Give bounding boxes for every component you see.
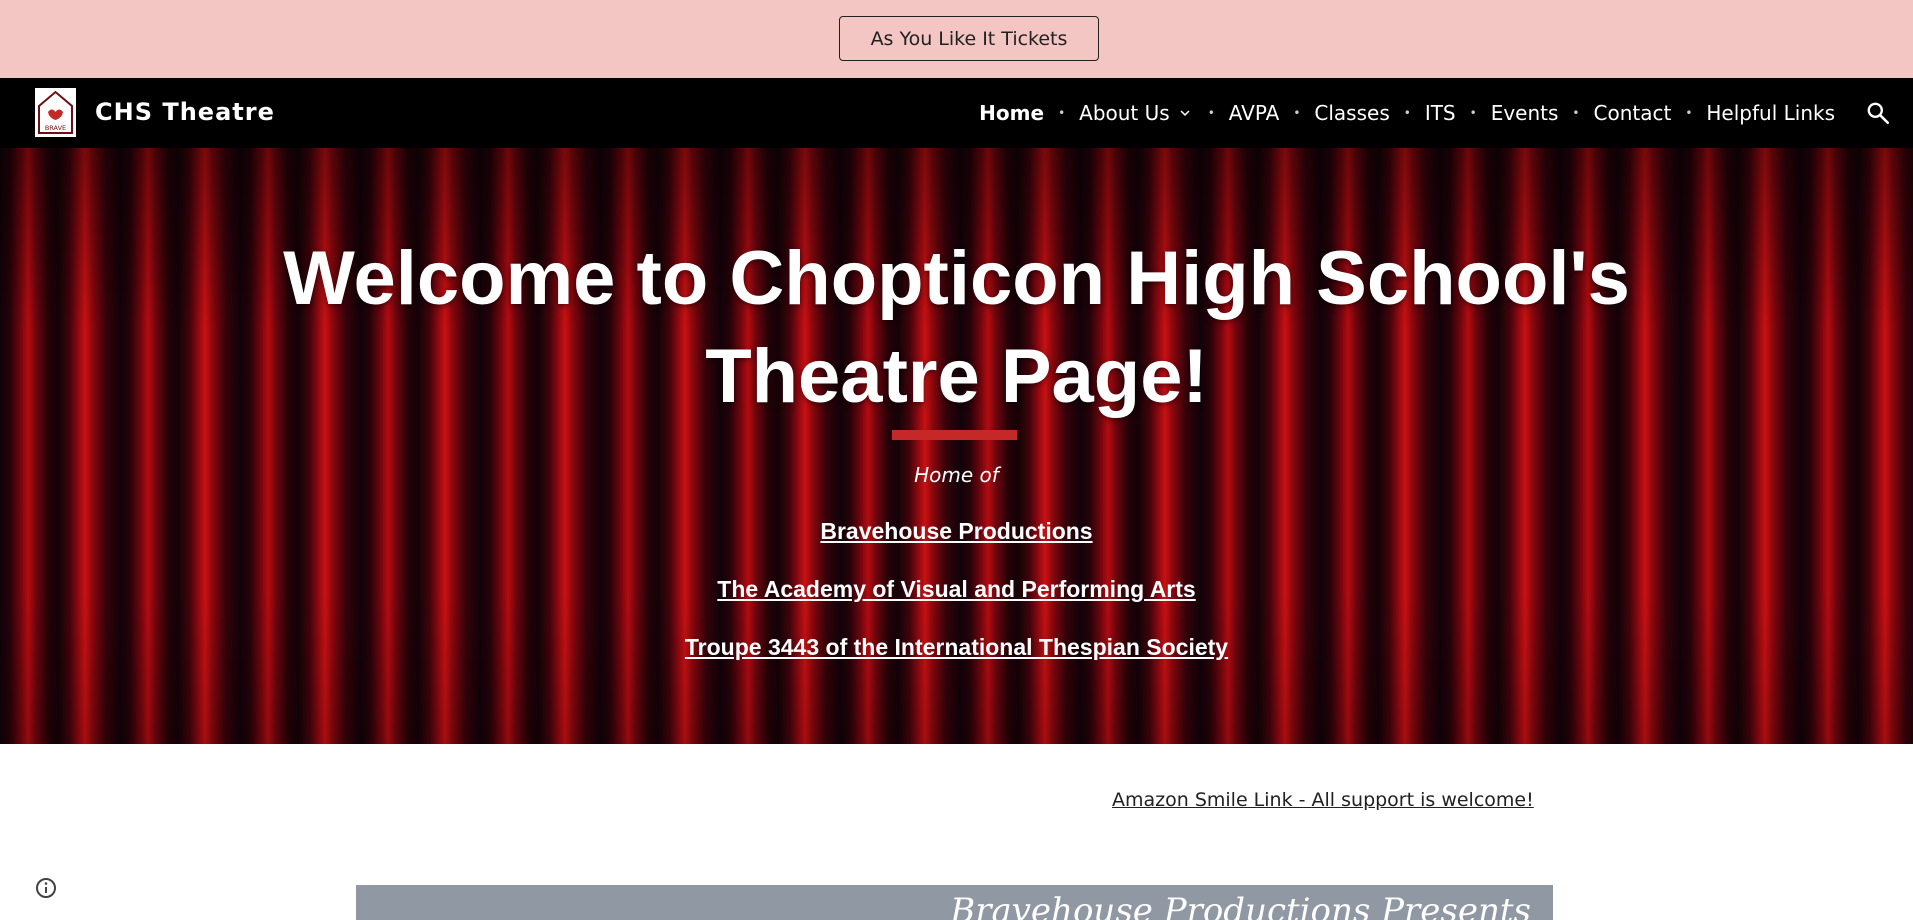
top-navigation: BRAVE CHS Theatre Home • About Us • AVPA… bbox=[0, 78, 1913, 148]
hero-subtitle: Home of bbox=[914, 463, 999, 487]
nav-item-about-us[interactable]: About Us bbox=[1079, 101, 1194, 125]
nav-item-home[interactable]: Home bbox=[979, 101, 1044, 125]
info-icon[interactable] bbox=[34, 876, 58, 900]
site-logo[interactable]: BRAVE bbox=[35, 88, 76, 137]
link-academy-visual-performing-arts[interactable]: The Academy of Visual and Performing Art… bbox=[0, 576, 1913, 603]
banner-text: Bravehouse Productions Presents bbox=[950, 891, 1531, 920]
nav-separator: • bbox=[1572, 106, 1580, 120]
search-icon[interactable] bbox=[1865, 100, 1891, 126]
title-divider bbox=[892, 430, 1017, 440]
logo-house-icon: BRAVE bbox=[35, 88, 76, 137]
nav-links: Home • About Us • AVPA • Classes • ITS •… bbox=[979, 78, 1835, 148]
amazon-smile-link[interactable]: Amazon Smile Link - All support is welco… bbox=[1112, 789, 1534, 811]
page-title-line-2: Theatre Page! bbox=[705, 334, 1208, 419]
tickets-button[interactable]: As You Like It Tickets bbox=[839, 16, 1099, 61]
nav-item-classes[interactable]: Classes bbox=[1314, 101, 1389, 125]
nav-separator: • bbox=[1058, 106, 1066, 120]
nav-item-about-us-label: About Us bbox=[1079, 101, 1170, 125]
show-banner-image: Bravehouse Productions Presents bbox=[356, 885, 1553, 920]
link-troupe-3443-its[interactable]: Troupe 3443 of the International Thespia… bbox=[0, 634, 1913, 661]
nav-separator: • bbox=[1403, 106, 1411, 120]
chevron-down-icon[interactable] bbox=[1176, 104, 1194, 122]
nav-item-avpa[interactable]: AVPA bbox=[1229, 101, 1280, 125]
nav-item-events[interactable]: Events bbox=[1491, 101, 1559, 125]
nav-separator: • bbox=[1469, 106, 1477, 120]
nav-separator: • bbox=[1207, 106, 1215, 120]
announcement-bar: As You Like It Tickets bbox=[0, 0, 1913, 78]
nav-separator: • bbox=[1293, 106, 1301, 120]
site-title[interactable]: CHS Theatre bbox=[95, 98, 275, 126]
nav-separator: • bbox=[1685, 106, 1693, 120]
nav-item-its[interactable]: ITS bbox=[1425, 101, 1456, 125]
nav-item-contact[interactable]: Contact bbox=[1594, 101, 1672, 125]
svg-text:BRAVE: BRAVE bbox=[45, 124, 66, 132]
nav-item-helpful-links[interactable]: Helpful Links bbox=[1706, 101, 1835, 125]
page-title-line-1: Welcome to Chopticon High School's bbox=[283, 236, 1630, 321]
hero-section: Welcome to Chopticon High School's Theat… bbox=[0, 148, 1913, 744]
link-bravehouse-productions[interactable]: Bravehouse Productions bbox=[0, 518, 1913, 545]
page-title: Welcome to Chopticon High School's Theat… bbox=[0, 230, 1913, 426]
